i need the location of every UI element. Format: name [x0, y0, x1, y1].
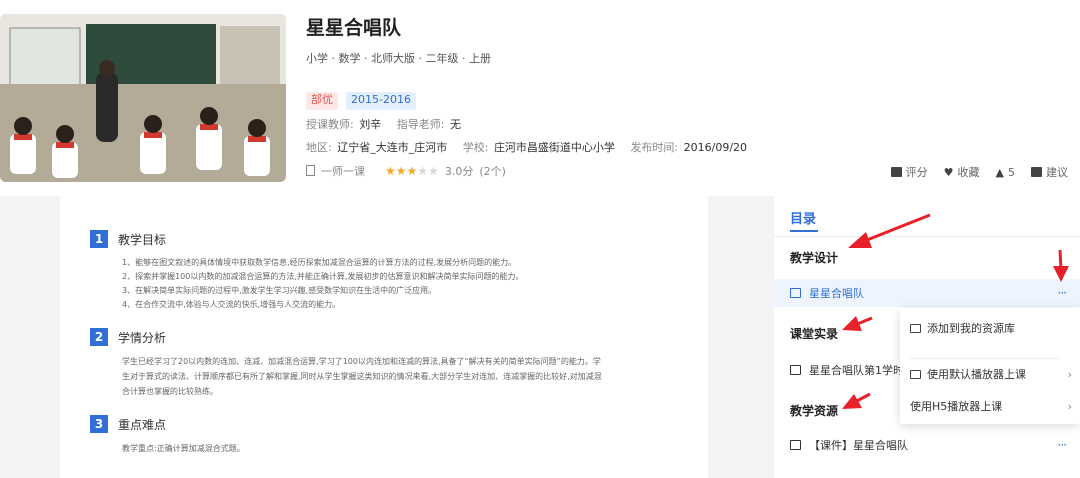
- section-number: 3: [90, 415, 108, 433]
- menu-item-label: 使用H5播放器上课: [910, 400, 1003, 413]
- menu-h5-player[interactable]: 使用H5播放器上课 ›: [900, 394, 1080, 418]
- menu-divider: [910, 358, 1060, 359]
- date-value: 2016/09/20: [683, 141, 748, 154]
- star-icon: ★: [395, 163, 407, 178]
- thumbs-up-icon: ▲: [995, 165, 1004, 179]
- like-button[interactable]: ▲ 5: [996, 166, 1015, 179]
- rate-label: 评分: [905, 166, 928, 179]
- menu-item-label: 使用默认播放器上课: [927, 368, 1026, 381]
- teacher-row: 授课教师: 刘辛 指导老师: 无: [306, 116, 1076, 133]
- more-menu: 添加到我的资源库 使用默认播放器上课 › 使用H5播放器上课 ›: [900, 308, 1080, 424]
- book-icon: [790, 288, 801, 298]
- teacher-name: 刘辛: [359, 118, 382, 131]
- course-type: 一师一课: [321, 164, 365, 178]
- lesson-thumbnail[interactable]: [0, 14, 286, 182]
- document-icon: [306, 165, 315, 176]
- favorite-label: 收藏: [957, 166, 980, 179]
- goal-item: 3、在解决简单实际问题的过程中,激发学生学习兴趣,感受数学知识在生活中的广泛应用…: [122, 286, 437, 295]
- year-tag: 2015-2016: [346, 92, 416, 110]
- rating-count: (2个): [479, 164, 506, 178]
- advisor-label: 指导老师:: [396, 118, 445, 131]
- lesson-tags: 部优 2015-2016: [306, 92, 1076, 110]
- section-teaching-goals: 1 教学目标 1、能够在图文叙述的具体情境中获取数学信息,经历探索加减混合运算的…: [90, 230, 708, 312]
- lesson-title: 星星合唱队: [306, 17, 402, 39]
- toc-item-resource[interactable]: 【课件】星星合唱队 ···: [774, 431, 1080, 459]
- date-label: 发布时间:: [630, 141, 679, 154]
- star-icon: ★: [385, 163, 396, 178]
- category-teaching-design: 教学设计: [790, 251, 839, 265]
- toc-item-label: 【课件】星星合唱队: [809, 439, 908, 452]
- toc-item-label: 星星合唱队: [809, 287, 864, 300]
- player-icon: [910, 369, 921, 379]
- action-bar: 评分 ♥ 收藏 ▲ 5 建议: [890, 164, 1068, 180]
- rating-score: 3.0分: [444, 164, 474, 178]
- document-area: 1 教学目标 1、能够在图文叙述的具体情境中获取数学信息,经历探索加减混合运算的…: [0, 196, 764, 478]
- rating-stars: ★★★★★: [385, 164, 439, 178]
- section-title: 学情分析: [118, 330, 167, 345]
- favorite-button[interactable]: ♥ 收藏: [944, 164, 980, 180]
- menu-default-player[interactable]: 使用默认播放器上课 ›: [900, 362, 1080, 386]
- video-icon: [790, 365, 801, 375]
- chevron-right-icon: ›: [1067, 367, 1072, 381]
- section-number: 1: [90, 230, 108, 248]
- section-key-points: 3 重点难点 教学重点:正确计算加减混合式题。: [90, 415, 708, 456]
- category-class-record: 课堂实录: [790, 327, 839, 341]
- suggest-label: 建议: [1046, 166, 1068, 179]
- folder-icon: [910, 323, 921, 333]
- like-count: 5: [1008, 165, 1015, 179]
- region-value: 辽宁省_大连市_庄河市: [337, 141, 448, 154]
- teacher-label: 授课教师:: [306, 118, 354, 131]
- star-icon: ★: [428, 163, 439, 178]
- region-row: 地区: 辽宁省_大连市_庄河市 学校: 庄河市昌盛街道中心小学 发布时间: 20…: [306, 139, 1076, 156]
- more-icon[interactable]: ···: [1058, 286, 1068, 300]
- classroom-photo: [0, 14, 286, 182]
- more-icon[interactable]: ···: [1058, 438, 1068, 452]
- star-icon: ★: [406, 163, 418, 178]
- toc-underline: [790, 230, 818, 232]
- comment-icon: [890, 167, 902, 177]
- goal-item: 2、探索并掌握100以内数的加减混合运算的方法,并能正确计算,发展初步的估算意识…: [122, 272, 524, 281]
- toc-item-design[interactable]: 星星合唱队 ···: [774, 279, 1080, 307]
- folder-icon: [790, 440, 801, 450]
- section-text: 教学重点:正确计算加减混合式题。: [122, 444, 245, 453]
- region-label: 地区:: [306, 141, 332, 154]
- school-label: 学校:: [462, 141, 489, 154]
- section-title: 教学目标: [118, 232, 167, 247]
- menu-item-label: 添加到我的资源库: [927, 322, 1015, 335]
- advisor-name: 无: [449, 118, 461, 131]
- lesson-header: 星星合唱队 小学 · 数学 · 北师大版 · 二年级 · 上册 部优 2015-…: [0, 0, 1080, 196]
- menu-add-to-library[interactable]: 添加到我的资源库: [900, 316, 1080, 340]
- lesson-info: 星星合唱队 小学 · 数学 · 北师大版 · 二年级 · 上册 部优 2015-…: [306, 14, 1076, 179]
- divider: [774, 236, 1080, 237]
- school-value: 庄河市昌盛街道中心小学: [493, 141, 615, 154]
- document-page[interactable]: 1 教学目标 1、能够在图文叙述的具体情境中获取数学信息,经历探索加减混合运算的…: [60, 196, 708, 478]
- chevron-right-icon: ›: [1067, 399, 1072, 413]
- category-resources: 教学资源: [790, 404, 839, 418]
- message-icon: [1031, 167, 1042, 177]
- goal-item: 1、能够在图文叙述的具体情境中获取数学信息,经历探索加减混合运算的计算方法的过程…: [122, 258, 517, 267]
- star-icon: ★: [417, 163, 429, 178]
- section-text: 学生已经学习了20以内数的连加、连减、加减混合运算,学习了100以内连加和连减的…: [122, 357, 602, 396]
- goal-item: 4、在合作交流中,体验与人交流的快乐,增强与人交流的能力。: [122, 300, 341, 309]
- toc-tab[interactable]: 目录: [790, 208, 816, 227]
- section-student-analysis: 2 学情分析 学生已经学习了20以内数的连加、连减、加减混合运算,学习了100以…: [90, 328, 708, 399]
- section-number: 2: [90, 328, 108, 346]
- section-title: 重点难点: [118, 417, 167, 432]
- rate-button[interactable]: 评分: [890, 164, 928, 180]
- suggest-button[interactable]: 建议: [1031, 164, 1068, 180]
- award-tag: 部优: [306, 92, 338, 110]
- heart-icon: ♥: [943, 165, 954, 179]
- lesson-subtitle: 小学 · 数学 · 北师大版 · 二年级 · 上册: [306, 52, 491, 65]
